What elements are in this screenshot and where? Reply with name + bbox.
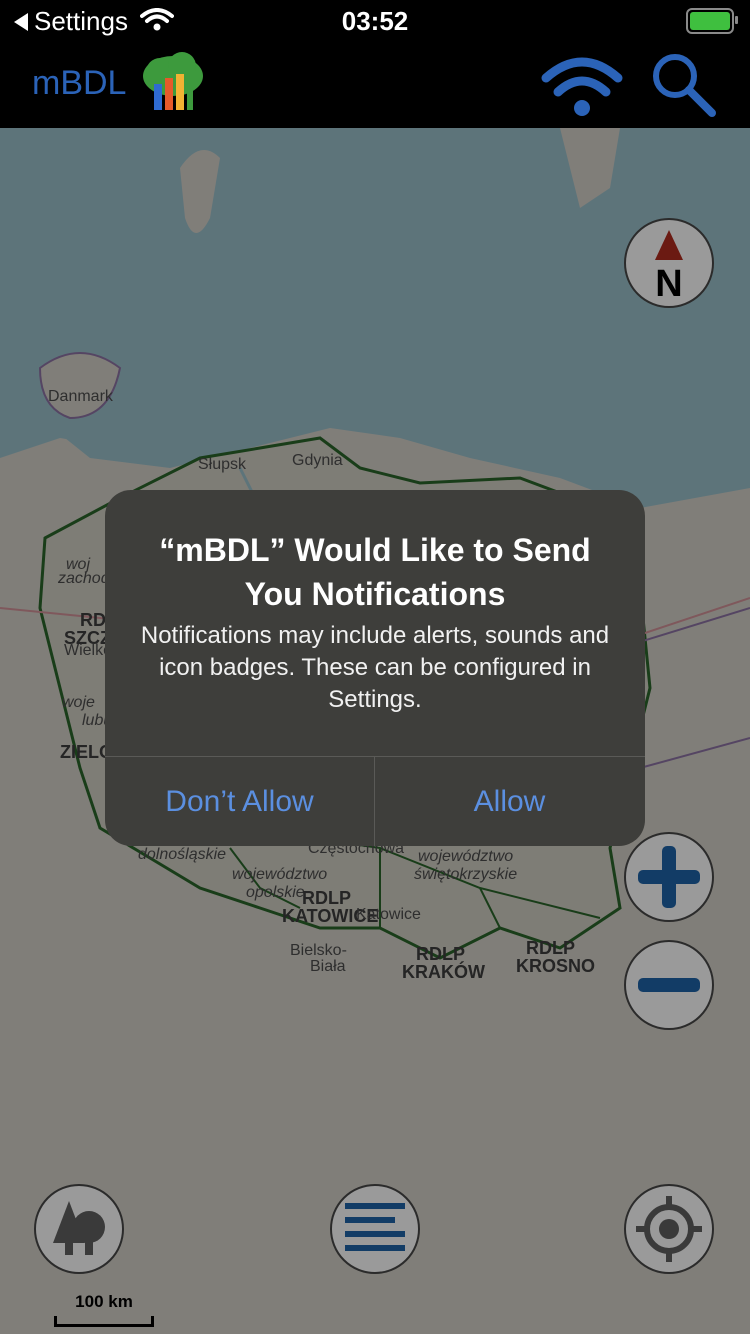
zoom-out-button[interactable] [624,940,714,1030]
trees-icon [53,1201,105,1255]
plus-icon [638,846,700,908]
status-time: 03:52 [341,6,409,36]
dont-allow-button[interactable]: Don’t Allow [105,757,374,846]
scale-bar [54,1316,154,1327]
minus-icon [638,978,700,992]
list-icon [345,1203,405,1251]
app-header: mBDL [0,40,750,128]
locate-button[interactable] [624,1184,714,1274]
compass-icon: N [655,230,683,300]
scale-label: 100 km [75,1292,133,1311]
search-icon[interactable] [648,50,718,120]
menu-button[interactable] [330,1184,420,1274]
connection-wifi-icon[interactable] [540,54,624,120]
app-title: mBDL [32,64,127,102]
map-scale: 100 km [54,1292,154,1327]
notification-permission-dialog: “mBDL” Would Like to Send You Notificati… [105,490,645,846]
target-icon [636,1196,702,1262]
layers-button[interactable] [34,1184,124,1274]
compass-button[interactable]: N [624,218,714,308]
allow-button[interactable]: Allow [375,757,644,846]
app-logo-icon [143,52,203,110]
dialog-title: “mBDL” Would Like to Send You Notificati… [159,532,591,612]
battery-icon [686,8,738,34]
compass-label: N [655,263,682,300]
dialog-message: Notifications may include alerts, sounds… [140,622,610,713]
status-bar: Settings 03:52 [0,0,750,40]
